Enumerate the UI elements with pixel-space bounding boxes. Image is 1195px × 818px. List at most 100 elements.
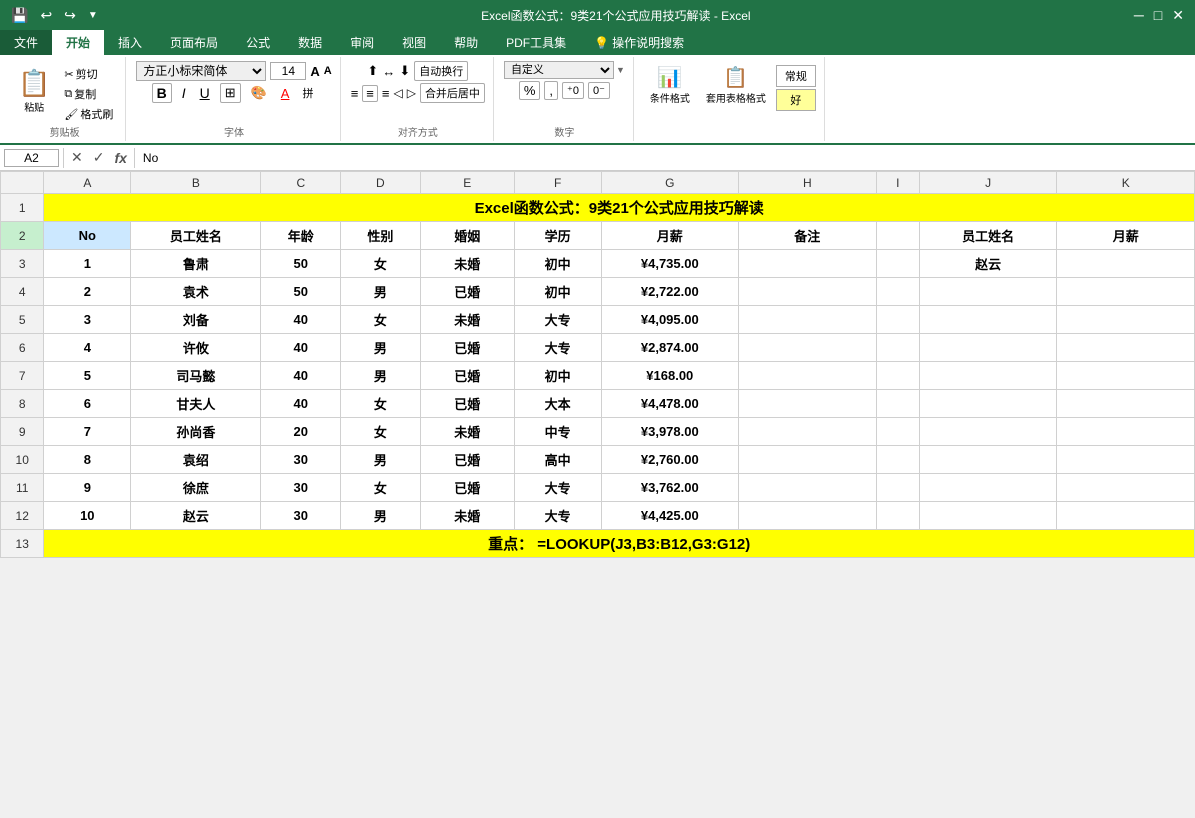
decrease-indent-icon[interactable]: ◁ <box>393 86 402 100</box>
cell-j10[interactable] <box>919 446 1056 474</box>
cell-e3[interactable]: 未婚 <box>420 250 514 278</box>
cell-g11[interactable]: ¥3,762.00 <box>601 474 738 502</box>
col-c-header[interactable]: C <box>261 172 341 194</box>
cell-b8[interactable]: 甘夫人 <box>131 390 261 418</box>
cell-d7[interactable]: 男 <box>341 362 421 390</box>
italic-button[interactable]: I <box>178 84 190 102</box>
formula-input[interactable] <box>139 150 1191 166</box>
cell-h7[interactable] <box>739 362 876 390</box>
cell-k4[interactable] <box>1057 278 1195 306</box>
cell-j3[interactable]: 赵云 <box>919 250 1056 278</box>
redo-icon[interactable]: ↪ <box>61 6 79 25</box>
cell-i7[interactable] <box>876 362 919 390</box>
cell-j12[interactable] <box>919 502 1056 530</box>
tab-file[interactable]: 文件 <box>0 30 52 55</box>
cell-j6[interactable] <box>919 334 1056 362</box>
cell-i10[interactable] <box>876 446 919 474</box>
cell-k12[interactable] <box>1057 502 1195 530</box>
cell-k11[interactable] <box>1057 474 1195 502</box>
cell-g10[interactable]: ¥2,760.00 <box>601 446 738 474</box>
number-format-select[interactable]: 自定义 <box>504 61 614 79</box>
cell-b3[interactable]: 鲁肃 <box>131 250 261 278</box>
cell-e11[interactable]: 已婚 <box>420 474 514 502</box>
cell-d12[interactable]: 男 <box>341 502 421 530</box>
tab-insert[interactable]: 插入 <box>104 30 156 55</box>
cell-i5[interactable] <box>876 306 919 334</box>
decrease-font-icon[interactable]: A <box>324 65 332 77</box>
cell-f5[interactable]: 大专 <box>514 306 601 334</box>
cell-e4[interactable]: 已婚 <box>420 278 514 306</box>
cell-b4[interactable]: 袁术 <box>131 278 261 306</box>
col-lookup-salary-header[interactable]: 月薪 <box>1057 222 1195 250</box>
border-button[interactable]: ⊞ <box>220 83 241 103</box>
cell-e5[interactable]: 未婚 <box>420 306 514 334</box>
col-b-header[interactable]: B <box>131 172 261 194</box>
cell-c8[interactable]: 40 <box>261 390 341 418</box>
confirm-formula-icon[interactable]: ✓ <box>90 149 108 166</box>
align-top-icon[interactable]: ⬆ <box>367 63 378 79</box>
col-e-header[interactable]: E <box>420 172 514 194</box>
cell-i6[interactable] <box>876 334 919 362</box>
cell-e9[interactable]: 未婚 <box>420 418 514 446</box>
cell-b5[interactable]: 刘备 <box>131 306 261 334</box>
col-k-header[interactable]: K <box>1057 172 1195 194</box>
col-no-header[interactable]: No <box>44 222 131 250</box>
cell-f6[interactable]: 大专 <box>514 334 601 362</box>
increase-decimal-button[interactable]: ⁺0 <box>562 82 584 99</box>
cell-d6[interactable]: 男 <box>341 334 421 362</box>
cell-i4[interactable] <box>876 278 919 306</box>
style-good[interactable]: 好 <box>776 89 816 111</box>
cell-a12[interactable]: 10 <box>44 502 131 530</box>
paste-button[interactable]: 📋 粘贴 <box>12 61 56 121</box>
phonetics-button[interactable]: 拼 <box>299 84 316 102</box>
cell-a6[interactable]: 4 <box>44 334 131 362</box>
cell-g7[interactable]: ¥168.00 <box>601 362 738 390</box>
cell-a11[interactable]: 9 <box>44 474 131 502</box>
close-icon[interactable]: ✕ <box>1169 6 1187 25</box>
cell-h10[interactable] <box>739 446 876 474</box>
cell-d4[interactable]: 男 <box>341 278 421 306</box>
cell-d10[interactable]: 男 <box>341 446 421 474</box>
format-brush-button[interactable]: 🖌 格式刷 <box>60 105 117 123</box>
cell-a4[interactable]: 2 <box>44 278 131 306</box>
minimize-icon[interactable]: ─ <box>1131 6 1147 25</box>
cell-k9[interactable] <box>1057 418 1195 446</box>
formula-highlight-cell[interactable]: 重点： =LOOKUP(J3,B3:B12,G3:G12) <box>44 530 1195 558</box>
col-marriage-header[interactable]: 婚姻 <box>420 222 514 250</box>
cell-g9[interactable]: ¥3,978.00 <box>601 418 738 446</box>
increase-indent-icon[interactable]: ▷ <box>407 86 416 100</box>
undo-icon[interactable]: ↩ <box>37 6 55 25</box>
tab-help[interactable]: 帮助 <box>440 30 492 55</box>
number-format-expand[interactable]: ▼ <box>616 65 625 75</box>
increase-font-icon[interactable]: A <box>310 64 319 79</box>
cell-b7[interactable]: 司马懿 <box>131 362 261 390</box>
cell-f12[interactable]: 大专 <box>514 502 601 530</box>
cell-h9[interactable] <box>739 418 876 446</box>
cell-g5[interactable]: ¥4,095.00 <box>601 306 738 334</box>
cell-h5[interactable] <box>739 306 876 334</box>
cell-b9[interactable]: 孙尚香 <box>131 418 261 446</box>
cell-f10[interactable]: 高中 <box>514 446 601 474</box>
cell-d5[interactable]: 女 <box>341 306 421 334</box>
tab-view[interactable]: 视图 <box>388 30 440 55</box>
cell-f8[interactable]: 大本 <box>514 390 601 418</box>
cell-c11[interactable]: 30 <box>261 474 341 502</box>
col-i-header-cell[interactable] <box>876 222 919 250</box>
cell-g8[interactable]: ¥4,478.00 <box>601 390 738 418</box>
cell-a5[interactable]: 3 <box>44 306 131 334</box>
cell-f11[interactable]: 大专 <box>514 474 601 502</box>
col-d-header[interactable]: D <box>341 172 421 194</box>
tab-data[interactable]: 数据 <box>284 30 336 55</box>
cell-j5[interactable] <box>919 306 1056 334</box>
cell-h6[interactable] <box>739 334 876 362</box>
cell-j7[interactable] <box>919 362 1056 390</box>
col-salary-header[interactable]: 月薪 <box>601 222 738 250</box>
cell-a8[interactable]: 6 <box>44 390 131 418</box>
percent-button[interactable]: % <box>519 81 541 100</box>
cell-c10[interactable]: 30 <box>261 446 341 474</box>
font-color-button[interactable]: A <box>277 85 294 102</box>
cell-k10[interactable] <box>1057 446 1195 474</box>
cell-c9[interactable]: 20 <box>261 418 341 446</box>
tab-search[interactable]: 💡 操作说明搜索 <box>580 30 698 55</box>
align-bottom-icon[interactable]: ⬇ <box>399 63 410 79</box>
